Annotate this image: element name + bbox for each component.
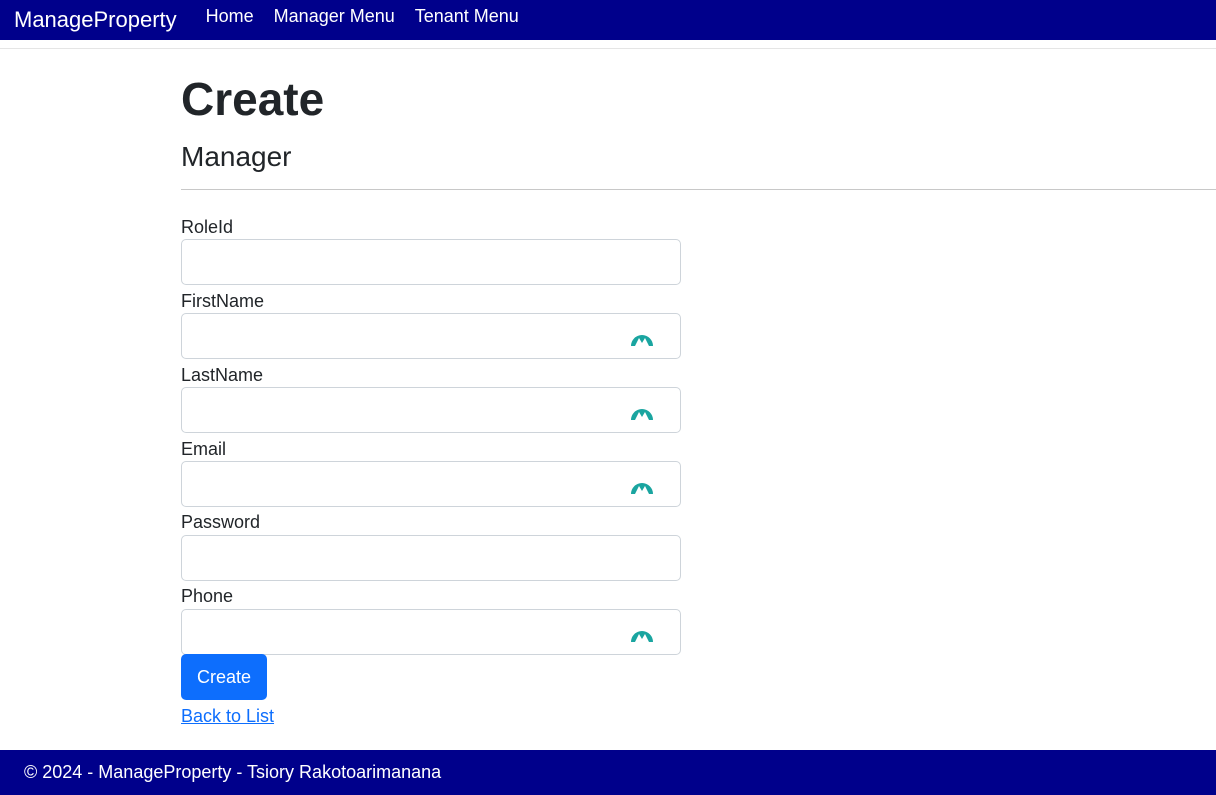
firstname-field <box>181 313 681 359</box>
top-navbar: ManageProperty Home Manager Menu Tenant … <box>0 0 1216 40</box>
nav-link-manager-menu[interactable]: Manager Menu <box>274 7 395 25</box>
nav-link-tenant-menu[interactable]: Tenant Menu <box>415 7 519 25</box>
roleid-input[interactable] <box>182 240 680 284</box>
email-input[interactable] <box>182 462 680 506</box>
password-field <box>181 535 681 581</box>
page-subtitle: Manager <box>181 141 292 172</box>
divider <box>181 189 1216 190</box>
lastname-field <box>181 387 681 433</box>
password-input[interactable] <box>182 536 680 580</box>
firstname-label: FirstName <box>181 291 265 311</box>
password-manager-icon[interactable] <box>630 326 654 346</box>
create-button[interactable]: Create <box>181 654 267 700</box>
email-field <box>181 461 681 507</box>
phone-input[interactable] <box>182 610 680 654</box>
roleid-label: RoleId <box>181 217 234 237</box>
nav-link-home[interactable]: Home <box>206 7 254 25</box>
email-label: Email <box>181 439 227 459</box>
brand-link[interactable]: ManageProperty <box>14 9 177 31</box>
phone-field <box>181 609 681 655</box>
footer-copyright: © 2024 - ManageProperty - Tsiory Rakotoa… <box>24 762 442 782</box>
password-manager-icon[interactable] <box>630 400 654 420</box>
phone-label: Phone <box>181 586 234 606</box>
footer: © 2024 - ManageProperty - Tsiory Rakotoa… <box>0 750 1216 795</box>
lastname-input[interactable] <box>182 388 680 432</box>
roleid-field <box>181 239 681 285</box>
nav-divider <box>0 48 1216 49</box>
password-label: Password <box>181 512 261 532</box>
page-title: Create <box>181 73 325 125</box>
password-manager-icon[interactable] <box>630 474 654 494</box>
lastname-label: LastName <box>181 365 264 385</box>
firstname-input[interactable] <box>182 314 680 358</box>
password-manager-icon[interactable] <box>630 622 654 642</box>
back-to-list-link[interactable]: Back to List <box>181 706 274 727</box>
